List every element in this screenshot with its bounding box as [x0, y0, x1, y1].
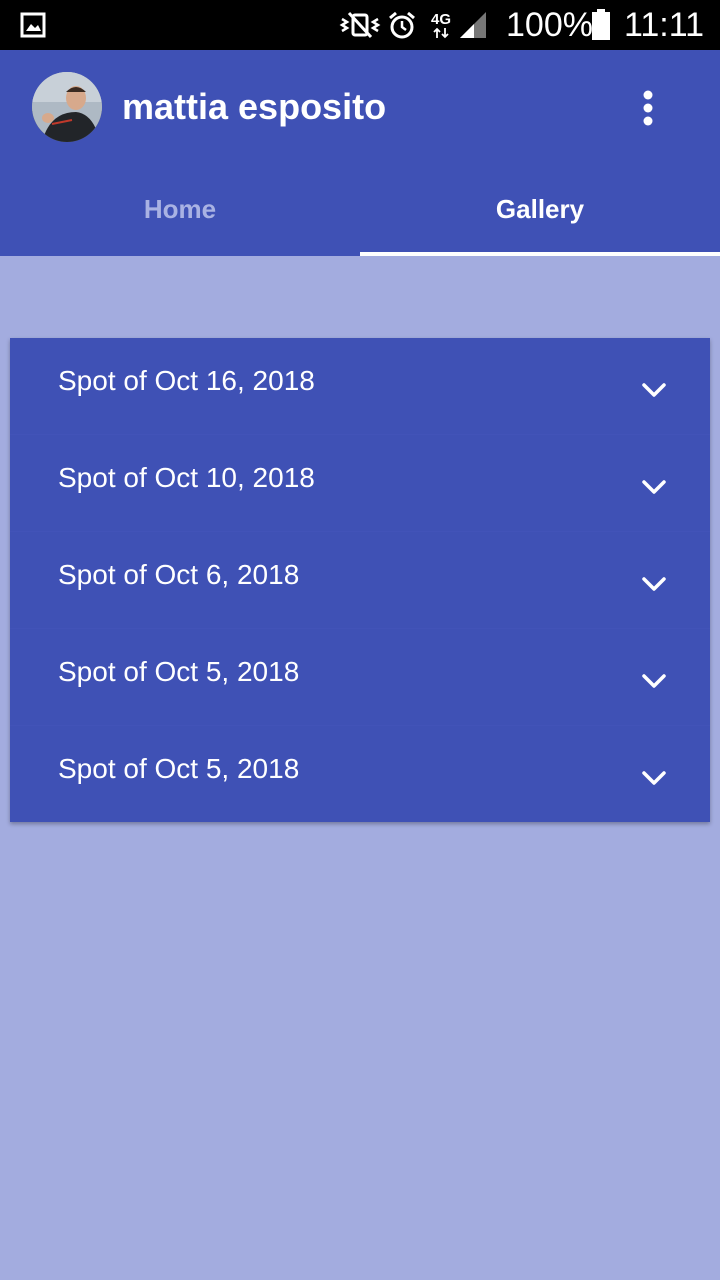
list-item[interactable]: Spot of Oct 10, 2018	[10, 435, 710, 532]
chevron-down-icon[interactable]	[638, 762, 670, 794]
signal-icon	[458, 0, 488, 50]
avatar[interactable]	[32, 72, 102, 142]
user-name: mattia esposito	[122, 86, 387, 127]
network-type-label: 4G	[430, 10, 451, 28]
alarm-icon	[386, 0, 418, 50]
tab-home-label: Home	[143, 193, 217, 224]
spot-label: Spot of Oct 10, 2018	[58, 462, 315, 493]
list-item[interactable]: Spot of Oct 6, 2018	[10, 532, 710, 629]
battery-icon	[590, 0, 612, 50]
image-icon	[18, 0, 48, 50]
spot-list: Spot of Oct 16, 2018 Spot of Oct 10, 201…	[10, 338, 710, 822]
tab-bar: Home Gallery	[0, 162, 720, 256]
status-bar: 4G 100% 11:11	[0, 0, 720, 50]
list-item[interactable]: Spot of Oct 5, 2018	[10, 726, 710, 822]
tab-gallery[interactable]: Gallery	[360, 162, 720, 256]
tab-indicator	[360, 252, 720, 256]
list-item[interactable]: Spot of Oct 5, 2018	[10, 629, 710, 726]
chevron-down-icon[interactable]	[638, 665, 670, 697]
more-vert-icon[interactable]	[620, 80, 676, 136]
spot-label: Spot of Oct 5, 2018	[58, 753, 300, 784]
spot-label: Spot of Oct 16, 2018	[58, 365, 315, 396]
tab-gallery-label: Gallery	[495, 193, 585, 224]
network-4g-icon: 4G	[428, 0, 454, 50]
spot-label: Spot of Oct 5, 2018	[58, 656, 300, 687]
chevron-down-icon[interactable]	[638, 568, 670, 600]
clock: 11:11	[624, 6, 705, 44]
tab-home[interactable]: Home	[0, 162, 360, 256]
spot-label: Spot of Oct 6, 2018	[58, 559, 300, 590]
mute-vibrate-icon	[338, 0, 382, 50]
chevron-down-icon[interactable]	[638, 374, 670, 406]
chevron-down-icon[interactable]	[638, 471, 670, 503]
app-bar: mattia esposito Home Gallery	[0, 50, 720, 256]
battery-percent: 100%	[506, 6, 593, 44]
list-item[interactable]: Spot of Oct 16, 2018	[10, 338, 710, 435]
